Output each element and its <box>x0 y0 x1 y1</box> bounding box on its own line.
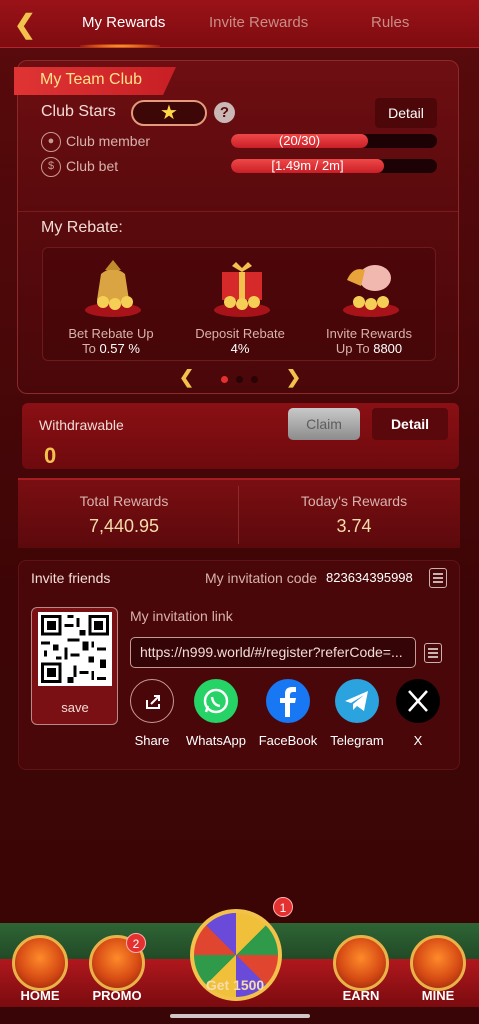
rebate-carousel: Bet Rebate Up To 0.57 % Deposit Rebate 4… <box>42 247 436 361</box>
home-icon <box>12 935 68 991</box>
nav-mine[interactable]: MINE <box>403 935 473 1003</box>
rebate-item-deposit[interactable]: Deposit Rebate 4% <box>178 254 302 358</box>
rebate-deposit-value: 4% <box>178 341 302 356</box>
team-club-card: My Team Club Club Stars ★ ? Detail ● Clu… <box>14 60 459 394</box>
tab-my-rewards[interactable]: My Rewards <box>82 14 165 31</box>
withdraw-card: Withdrawable 0 Claim Detail <box>22 403 459 469</box>
invite-friends-card: Invite friends My invitation code 823634… <box>18 560 460 770</box>
rebate-bet-prefix: To <box>82 341 96 356</box>
rebate-invite-value: Up To 8800 <box>307 341 431 356</box>
rebate-deposit-amount: 4% <box>230 341 250 356</box>
active-tab-indicator <box>80 44 160 48</box>
club-detail-button[interactable]: Detail <box>375 98 437 128</box>
x-label: X <box>413 733 423 748</box>
x-icon <box>396 679 440 723</box>
promo-badge: 2 <box>126 933 146 953</box>
total-rewards-label: Total Rewards <box>79 493 169 509</box>
invitation-code-value: 823634395998 <box>326 570 413 585</box>
club-ribbon: My Team Club <box>14 67 176 95</box>
back-arrow-icon[interactable]: ❮ <box>14 10 42 38</box>
gift-icon <box>333 935 389 991</box>
share-x-button[interactable]: X <box>378 679 458 748</box>
carousel-dot-2[interactable] <box>236 376 243 383</box>
rebate-title: My Rebate: <box>41 219 123 236</box>
nav-earn[interactable]: EARN <box>326 935 396 1003</box>
facebook-label: FaceBook <box>258 733 318 748</box>
carousel-prev-arrow-icon[interactable]: ❮ <box>179 367 194 388</box>
club-ribbon-title: My Team Club <box>40 71 142 88</box>
spin-badge: 1 <box>273 897 293 917</box>
club-member-value: (20/30) <box>278 134 321 148</box>
invite-friends-title: Invite friends <box>31 570 111 586</box>
facebook-icon <box>266 679 310 723</box>
whatsapp-label: WhatsApp <box>186 733 246 748</box>
claim-button[interactable]: Claim <box>288 408 360 440</box>
star-icon: ★ <box>160 102 178 124</box>
tab-rules[interactable]: Rules <box>371 14 409 31</box>
rebate-deposit-title: Deposit Rebate <box>195 326 285 341</box>
telegram-icon <box>335 679 379 723</box>
club-stars-pill: ★ <box>131 100 207 126</box>
invitation-link-field[interactable]: https://n999.world/#/register?referCode=… <box>130 637 416 668</box>
money-bag-icon <box>85 260 141 317</box>
share-whatsapp-button[interactable]: WhatsApp <box>176 679 256 748</box>
copy-link-icon[interactable] <box>424 643 442 663</box>
rebate-bet-value: To 0.57 % <box>49 341 173 356</box>
club-bet-label: Club bet <box>66 158 119 174</box>
rebate-item-bet[interactable]: Bet Rebate Up To 0.57 % <box>49 254 173 358</box>
club-stars-label: Club Stars <box>41 103 116 120</box>
section-divider <box>18 211 458 212</box>
withdrawable-value: 0 <box>44 443 57 468</box>
help-icon[interactable]: ? <box>214 102 235 123</box>
app-root: ❮ My Rewards Invite Rewards Rules My Tea… <box>0 0 479 1024</box>
piggy-bank-icon <box>343 265 399 317</box>
share-facebook-button[interactable]: FaceBook <box>248 679 328 748</box>
invitation-link-label: My invitation link <box>130 608 233 624</box>
qr-save-button[interactable]: save <box>32 700 118 715</box>
rebate-invite-amount: 8800 <box>373 341 403 356</box>
qr-code-box: save <box>31 607 118 725</box>
club-bet-value: [1.49m / 2m] <box>271 159 344 173</box>
rebate-invite-title: Invite Rewards <box>326 326 412 341</box>
mine-smile-icon <box>410 935 466 991</box>
member-icon: ● <box>41 132 61 152</box>
rebate-bet-amount: 0.57 % <box>99 341 140 356</box>
nav-home[interactable]: HOME <box>5 935 75 1003</box>
copy-code-icon[interactable] <box>429 568 447 588</box>
today-rewards-label: Today's Rewards <box>300 493 408 509</box>
share-icon <box>130 679 174 723</box>
top-tab-bar: ❮ My Rewards Invite Rewards Rules <box>0 0 479 48</box>
withdraw-detail-button[interactable]: Detail <box>372 408 448 440</box>
tab-invite-rewards[interactable]: Invite Rewards <box>209 14 308 31</box>
bottom-nav: HOME PROMO 2 1 Get 1500 EARN MINE <box>0 885 479 1024</box>
rewards-totals: Total Rewards 7,440.95 Today's Rewards 3… <box>18 478 460 548</box>
gift-coins-icon <box>214 262 270 317</box>
club-member-progress: (20/30) <box>231 134 437 148</box>
carousel-dot-1[interactable] <box>221 376 228 383</box>
club-member-label: Club member <box>66 133 151 149</box>
rebate-invite-prefix: Up To <box>335 341 370 356</box>
rebate-item-invite[interactable]: Invite Rewards Up To 8800 <box>307 254 431 358</box>
whatsapp-icon <box>194 679 238 723</box>
total-rewards-value: 7,440.95 <box>88 516 160 536</box>
club-bet-progress: [1.49m / 2m] <box>231 159 437 173</box>
qr-code-image <box>38 612 112 686</box>
today-rewards-value: 3.74 <box>336 516 372 536</box>
bet-chip-icon: $ <box>41 157 61 177</box>
totals-divider <box>238 486 239 544</box>
nav-promo[interactable]: PROMO 2 <box>82 933 152 1003</box>
carousel-next-arrow-icon[interactable]: ❯ <box>286 367 301 388</box>
withdrawable-label: Withdrawable <box>39 417 124 433</box>
home-indicator <box>170 1014 310 1018</box>
rebate-bet-title: Bet Rebate Up <box>68 326 154 341</box>
spin-label[interactable]: Get 1500 <box>185 977 285 993</box>
invitation-code-label: My invitation code <box>205 570 318 586</box>
carousel-dot-3[interactable] <box>251 376 258 383</box>
